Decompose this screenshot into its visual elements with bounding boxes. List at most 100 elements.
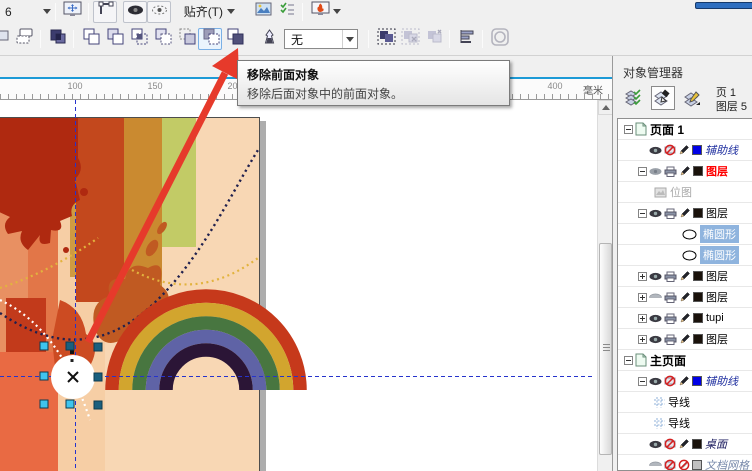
edit-pencil-icon[interactable] [678,375,690,387]
print-enabled-icon[interactable] [664,313,677,324]
object-label[interactable]: 椭圆形 [700,246,739,264]
page-label[interactable]: 主页面 [650,352,686,369]
layer-label[interactable]: 桌面 [705,436,727,452]
outline-width-combobox[interactable]: 无 [284,29,358,49]
tree-row-layer[interactable]: 图层 [618,266,752,287]
object-label[interactable]: 位图 [670,184,692,200]
layer-label[interactable]: 图层 [706,289,728,305]
group-button[interactable] [373,28,397,50]
image-preview-button[interactable] [250,1,274,23]
weld-button[interactable] [78,28,102,50]
layer-label[interactable]: 图层 [706,331,728,347]
tree-row-layer[interactable]: 辅助线 [618,371,752,392]
layer-tree[interactable]: 页面 1 辅助线 图层 位图 图层 椭圆形 椭圆形 图层 图层 tupi 图层 主页面 辅助线 导线 导线桌… [617,118,752,471]
intersect-button[interactable] [126,28,150,50]
tree-row-page[interactable]: 主页面 [618,350,752,371]
visibility-eye-icon[interactable] [649,146,662,155]
edit-pencil-icon[interactable] [679,270,691,282]
layer-label[interactable]: 文档网格 [705,457,749,470]
visibility-eye-icon[interactable] [649,167,662,176]
tree-row-object[interactable]: 导线 [618,392,752,413]
layer-color-swatch[interactable] [693,334,703,344]
layer-label[interactable]: 辅助线 [705,373,738,389]
layer-color-swatch[interactable] [693,313,703,323]
show-object-properties-button[interactable] [621,86,645,110]
screen-show-dropdown-arrow-icon[interactable] [333,9,342,14]
expander-plus-icon[interactable] [638,292,647,302]
layer-color-swatch[interactable] [692,439,702,449]
view-hidden-button[interactable] [146,0,171,23]
layer-label[interactable]: 图层 [706,205,728,221]
zoom-level-combobox[interactable]: 6 [2,5,15,19]
layer-color-swatch[interactable] [692,376,702,386]
print-enabled-icon[interactable] [664,208,677,219]
order-button[interactable] [12,28,36,50]
remove-front-button[interactable] [198,28,222,50]
tree-row-object[interactable]: 椭圆形 [618,224,752,245]
layer-color-swatch[interactable] [693,271,703,281]
object-label[interactable]: 导线 [668,394,690,410]
trim-button[interactable] [102,28,126,50]
page-label[interactable]: 页面 1 [650,121,684,138]
expander-plus-icon[interactable] [638,313,647,323]
scrollbar-thumb[interactable] [599,243,612,455]
scroll-up-button[interactable] [598,100,613,115]
print-enabled-icon[interactable] [664,292,677,303]
edit-pencil-icon[interactable] [678,144,690,156]
tree-row-layer[interactable]: 图层 [618,287,752,308]
screen-show-button[interactable] [307,1,331,23]
tree-row-layer[interactable]: 图层 [618,161,752,182]
remove-behind-button[interactable] [174,28,198,50]
visibility-eye-icon[interactable] [649,335,662,344]
layer-color-swatch[interactable] [693,208,703,218]
print-enabled-icon[interactable] [664,334,677,345]
edit-disabled-icon[interactable] [678,459,690,470]
options-checklist-button[interactable] [274,1,298,23]
tree-row-layer[interactable]: 文档网格 [618,455,752,470]
print-enabled-icon[interactable] [664,271,677,282]
object-label[interactable]: 导线 [668,415,690,431]
vertical-scrollbar[interactable] [597,100,613,471]
print-disabled-icon[interactable] [664,144,676,156]
convert-outline-button-disabled[interactable] [487,27,511,50]
view-visible-button[interactable] [122,0,147,23]
outline-width-dropdown-button[interactable] [342,30,357,48]
visibility-eye-icon[interactable] [649,440,662,449]
edit-pencil-icon[interactable] [678,438,690,450]
print-disabled-icon[interactable] [664,459,676,470]
edit-pencil-icon[interactable] [679,207,691,219]
print-disabled-icon[interactable] [664,375,676,387]
edit-pencil-icon[interactable] [679,312,691,324]
align-distribute-button[interactable] [454,28,478,50]
snap-corner-button[interactable] [92,0,117,23]
expander-minus-icon[interactable] [624,355,633,365]
simplify-button[interactable] [150,28,174,50]
visibility-eye-icon[interactable] [649,377,662,386]
edit-pencil-icon[interactable] [679,291,691,303]
object-label[interactable]: 椭圆形 [700,225,739,243]
expander-minus-icon[interactable] [638,376,647,386]
tree-row-page[interactable]: 页面 1 [618,119,752,140]
layer-label[interactable]: 图层 [706,163,728,179]
snap-to-dropdown[interactable]: 贴齐(T) [181,3,238,20]
layer-label[interactable]: 辅助线 [705,142,738,158]
tree-row-layer[interactable]: 桌面 [618,434,752,455]
navigator-pan-button[interactable] [60,1,84,23]
edit-pencil-icon[interactable] [679,165,691,177]
expander-minus-icon[interactable] [624,124,633,134]
edit-across-layers-button[interactable] [651,86,675,110]
tree-row-layer[interactable]: 图层 [618,203,752,224]
expander-minus-icon[interactable] [638,166,647,176]
layer-color-swatch[interactable] [692,460,702,470]
edit-pencil-icon[interactable] [679,333,691,345]
zoom-dropdown-arrow-icon[interactable] [42,9,51,14]
ungroup-button-disabled[interactable] [397,28,421,50]
clipped-edge-button[interactable] [0,28,12,50]
tree-row-layer[interactable]: 辅助线 [618,140,752,161]
tree-row-layer[interactable]: tupi [618,308,752,329]
visibility-eye-icon[interactable] [649,272,662,281]
print-disabled-icon[interactable] [664,438,676,450]
create-boundary-button[interactable] [222,28,246,50]
expander-minus-icon[interactable] [638,208,647,218]
layer-manager-view-button[interactable] [681,86,705,110]
